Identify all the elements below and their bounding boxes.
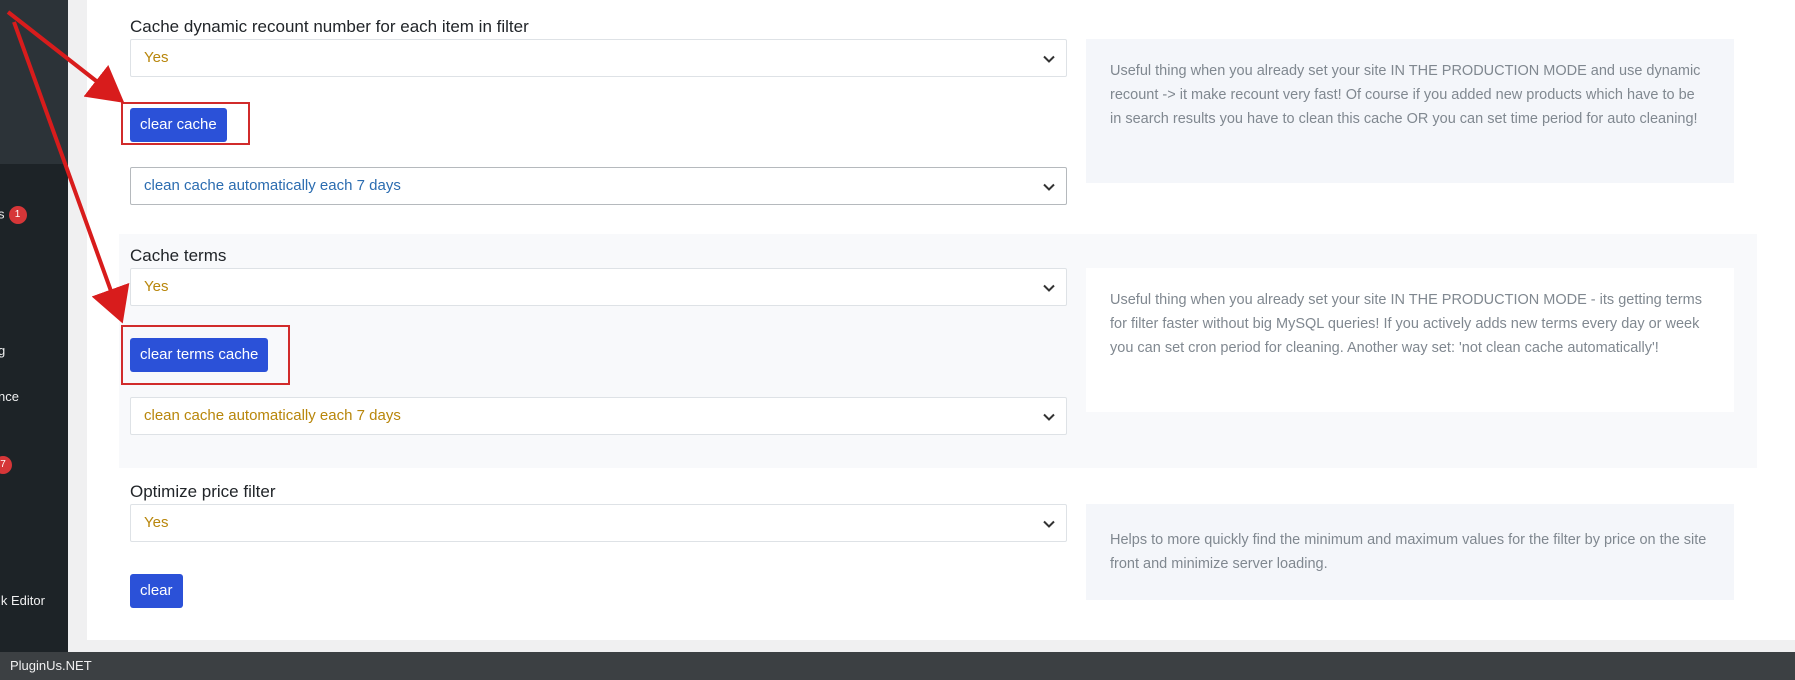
- sidebar-item-label: nce: [0, 389, 19, 404]
- select-value: clean cache automatically each 7 days: [144, 407, 401, 424]
- chevron-down-icon: [1043, 520, 1055, 528]
- bottom-bar: PluginUs.NET: [0, 652, 1795, 680]
- dynamic-recount-label: Cache dynamic recount number for each it…: [130, 17, 529, 36]
- price-filter-select[interactable]: Yes: [130, 504, 1067, 542]
- sidebar-top-block: [0, 0, 68, 164]
- clear-cache-button[interactable]: clear cache: [130, 108, 227, 142]
- sidebar-item-5[interactable]: 7: [0, 456, 12, 474]
- sidebar-item-label: s: [0, 206, 5, 222]
- brand-label: PluginUs.NET: [10, 658, 92, 673]
- cache-terms-label: Cache terms: [130, 246, 227, 265]
- select-value: Yes: [144, 278, 169, 295]
- chevron-down-icon: [1043, 284, 1055, 292]
- cache-terms-period-select[interactable]: clean cache automatically each 7 days: [130, 397, 1067, 435]
- dynamic-recount-select[interactable]: Yes: [130, 39, 1067, 77]
- chevron-down-icon: [1043, 55, 1055, 63]
- select-value: Yes: [144, 514, 169, 531]
- dynamic-recount-period-select[interactable]: clean cache automatically each 7 days: [130, 167, 1067, 205]
- sidebar-item-label: g: [0, 343, 6, 358]
- chevron-down-icon: [1043, 413, 1055, 421]
- price-filter-label: Optimize price filter: [130, 482, 276, 501]
- sidebar-item-label: l: [0, 274, 1, 289]
- admin-sidebar: s1 l g nce 7 lk Editor: [0, 0, 68, 652]
- sidebar-item-6[interactable]: lk Editor: [0, 593, 45, 608]
- cache-terms-info: Useful thing when you already set your s…: [1086, 268, 1734, 412]
- cache-terms-select[interactable]: Yes: [130, 268, 1067, 306]
- select-value: clean cache automatically each 7 days: [144, 177, 401, 194]
- sidebar-item-2[interactable]: l: [0, 274, 1, 289]
- sidebar-item-3[interactable]: g: [0, 343, 5, 358]
- price-filter-info: Helps to more quickly find the minimum a…: [1086, 504, 1734, 600]
- clear-price-button[interactable]: clear: [130, 574, 183, 608]
- clear-terms-cache-button[interactable]: clear terms cache: [130, 338, 269, 372]
- sidebar-item-label: lk Editor: [0, 593, 45, 608]
- sidebar-item-1[interactable]: s1: [0, 206, 27, 224]
- notification-badge: 7: [0, 456, 12, 474]
- chevron-down-icon: [1043, 183, 1055, 191]
- sidebar-item-4[interactable]: nce: [0, 389, 19, 404]
- dynamic-recount-info: Useful thing when you already set your s…: [1086, 39, 1734, 183]
- select-value: Yes: [144, 49, 169, 66]
- notification-badge: 1: [8, 206, 27, 224]
